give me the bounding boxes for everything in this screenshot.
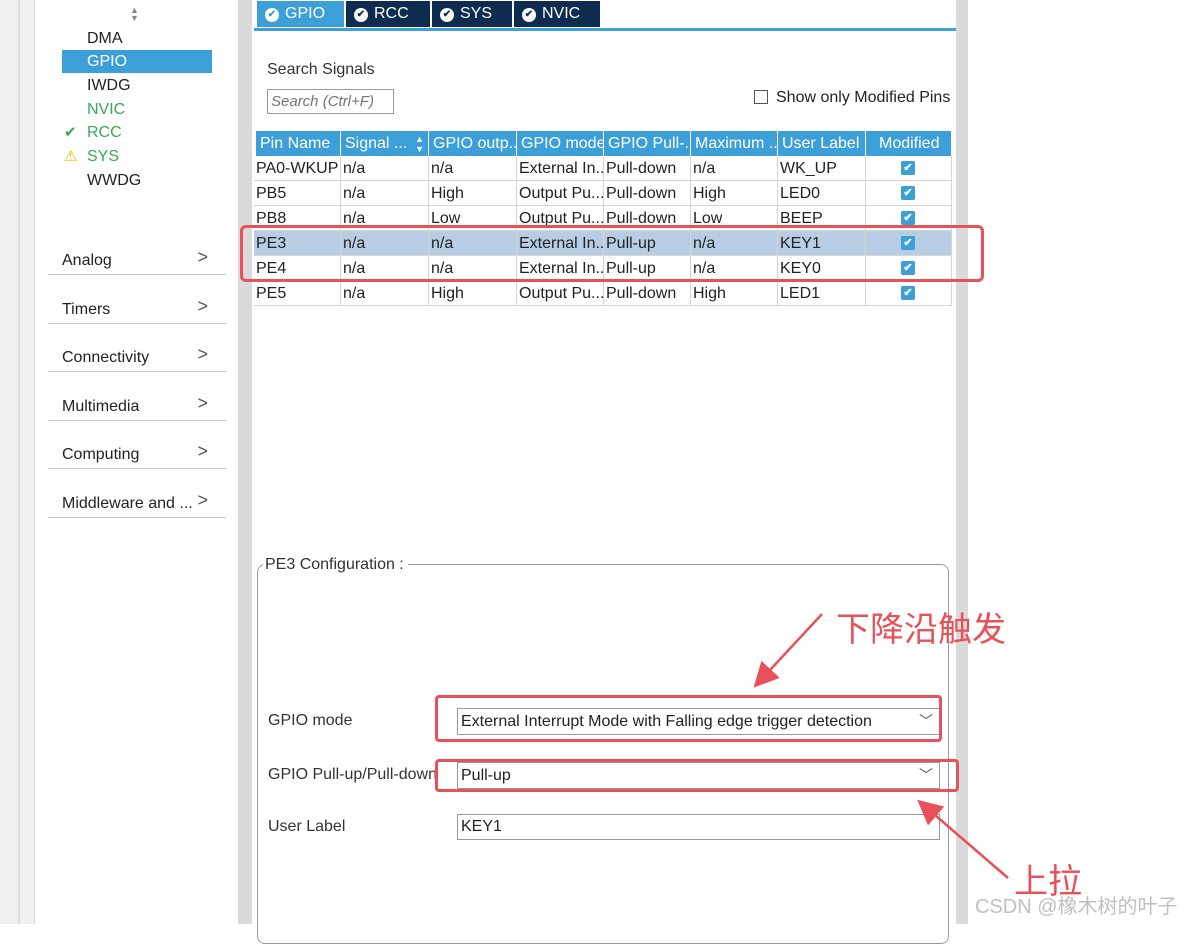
- annotation-arrows: [753, 613, 1009, 879]
- arrow-to-gpio-mode: [753, 613, 823, 688]
- watermark: CSDN @橡木树的叶子: [975, 896, 1178, 918]
- arrow-to-pull: [917, 799, 1009, 879]
